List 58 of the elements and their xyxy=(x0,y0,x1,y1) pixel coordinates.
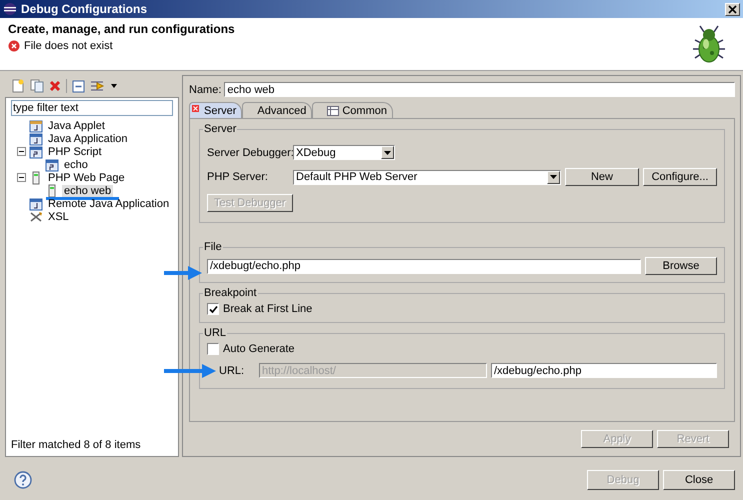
collapse-toggle-icon[interactable] xyxy=(17,147,26,156)
close-icon[interactable] xyxy=(725,2,740,16)
window-title: Debug Configurations xyxy=(21,2,148,16)
delete-icon[interactable] xyxy=(49,80,61,92)
browse-button[interactable]: Browse xyxy=(645,257,717,275)
new-config-icon[interactable] xyxy=(11,79,25,93)
url-path-field[interactable]: /xdebug/echo.php xyxy=(491,363,717,378)
tab[interactable]: Advanced xyxy=(242,102,312,118)
applet-icon xyxy=(29,118,43,132)
checkbox-label: Break at First Line xyxy=(223,303,312,315)
tree-item[interactable]: Remote Java Application xyxy=(46,198,172,210)
field-label: PHP Server: xyxy=(207,171,269,183)
server-button[interactable]: New xyxy=(565,168,639,186)
duplicate-icon[interactable] xyxy=(30,79,44,93)
error-icon xyxy=(8,40,20,52)
tree-item[interactable]: Java Applet xyxy=(46,120,107,132)
group-title: Server xyxy=(203,123,238,135)
tab[interactable]: Common xyxy=(312,102,393,118)
tree-item[interactable]: PHP Web Page xyxy=(46,172,127,184)
tree-item[interactable]: PHP Script xyxy=(46,146,104,158)
error-message: File does not exist xyxy=(24,40,113,52)
table-icon xyxy=(327,106,340,116)
collapse-toggle-icon[interactable] xyxy=(17,173,26,182)
filter-icon[interactable] xyxy=(90,79,106,93)
tree-item[interactable]: echo xyxy=(62,158,90,170)
dropdown-caret-icon[interactable] xyxy=(111,84,117,88)
remote-app-icon xyxy=(29,196,43,210)
server-button[interactable]: Configure... xyxy=(643,168,717,186)
dropdown-arrow-icon xyxy=(550,175,557,179)
php-server-dropdown[interactable]: Default PHP Web Server xyxy=(293,170,561,184)
help-icon[interactable] xyxy=(14,471,32,489)
xsl-icon xyxy=(29,210,43,224)
filter-status: Filter matched 8 of 8 items xyxy=(11,439,142,453)
group-title: File xyxy=(203,241,223,253)
debugger-dropdown[interactable]: XDebug xyxy=(293,145,395,160)
name-label: Name: xyxy=(189,84,222,96)
dialog-heading: Create, manage, and run configurations xyxy=(8,22,235,36)
tree-item[interactable]: XSL xyxy=(46,210,71,222)
group-title: Breakpoint xyxy=(203,287,258,299)
tree-item[interactable]: Java Application xyxy=(46,132,130,144)
eclipse-icon xyxy=(3,2,17,16)
name-field[interactable]: echo web xyxy=(224,82,735,97)
dialog-button[interactable]: Close xyxy=(663,470,735,490)
java-file-icon xyxy=(29,132,43,146)
file-field[interactable]: /xdebugt/echo.php xyxy=(207,258,641,274)
tab[interactable]: Server xyxy=(189,102,242,118)
annotation-arrow xyxy=(164,364,216,378)
annotation-arrow xyxy=(164,266,202,280)
dropdown-arrow-icon xyxy=(384,150,391,154)
checkbox[interactable] xyxy=(207,343,219,355)
group-title: URL xyxy=(203,327,228,339)
php-file-icon xyxy=(45,158,59,172)
checkbox-label: Auto Generate xyxy=(223,343,295,355)
checkbox[interactable] xyxy=(207,303,219,315)
collapse-all-icon[interactable] xyxy=(72,80,85,92)
filter-field[interactable]: type filter text xyxy=(11,100,173,116)
field-label: URL: xyxy=(219,364,246,376)
php-file-icon xyxy=(29,144,43,158)
